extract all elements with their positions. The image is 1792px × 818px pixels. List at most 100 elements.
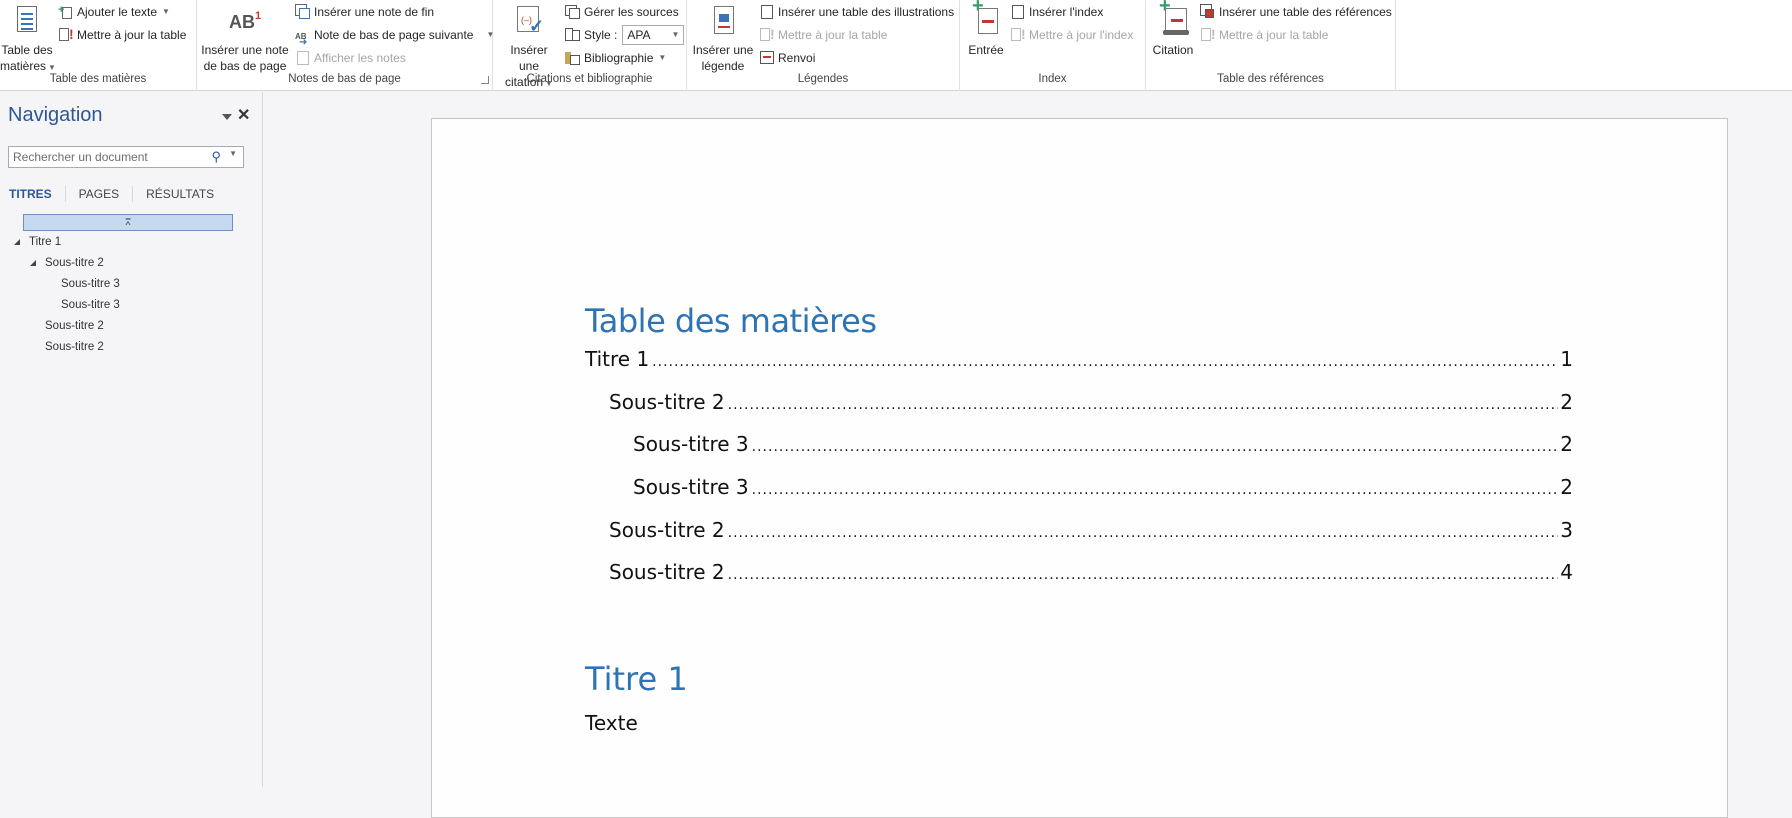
toc-leader-dots: ........................................… xyxy=(751,439,1559,455)
close-icon[interactable]: ✕ xyxy=(237,105,250,125)
update-toc-button[interactable]: ! Mettre à jour la table xyxy=(58,25,186,45)
mark-citation-icon: + xyxy=(1157,0,1189,38)
group-label: Légendes xyxy=(797,73,849,85)
search-icon[interactable]: ⚲ xyxy=(211,149,221,165)
toc-entry[interactable]: Sous-titre 3 ...........................… xyxy=(585,475,1573,501)
show-notes-button[interactable]: Afficher les notes xyxy=(295,48,406,68)
expanded-triangle-icon[interactable] xyxy=(14,239,20,245)
insert-endnote-button[interactable]: Insérer une note de fin xyxy=(295,2,434,22)
collapse-up-icon: ⩞ xyxy=(125,217,131,227)
collapse-all-bar[interactable]: ⩞ xyxy=(23,214,233,231)
navigation-title: Navigation xyxy=(8,104,103,126)
toc-page-number: 2 xyxy=(1560,390,1573,414)
toc-leader-dots: ........................................… xyxy=(727,525,1559,541)
toc-page-number: 2 xyxy=(1560,432,1573,456)
show-notes-icon xyxy=(295,50,311,66)
style-dropdown[interactable]: APA ▼ xyxy=(622,25,685,45)
insert-caption-icon xyxy=(707,4,739,38)
toc-leader-dots: ........................................… xyxy=(727,397,1559,413)
toc-entry[interactable]: Sous-titre 2 ...........................… xyxy=(585,518,1573,544)
toc-page-number: 2 xyxy=(1560,475,1573,499)
insert-footnote-button[interactable]: AB 1 Insérer une note de bas de page xyxy=(201,2,289,74)
insert-index-icon xyxy=(1010,4,1026,20)
toc-entry[interactable]: Titre 1 ................................… xyxy=(585,347,1573,373)
tree-item[interactable]: Sous-titre 2 xyxy=(45,337,104,357)
mark-entry-button[interactable]: + Entrée xyxy=(966,0,1006,58)
toc-title: Table des matières xyxy=(585,302,877,340)
cross-reference-button[interactable]: Renvoi xyxy=(759,48,815,68)
update-authorities-table-button[interactable]: ! Mettre à jour la table xyxy=(1200,25,1328,45)
table-of-contents-icon xyxy=(11,4,43,38)
tab-pages[interactable]: PAGES xyxy=(66,186,134,202)
group-captions: Insérer une légende Insérer une table de… xyxy=(687,0,960,91)
insert-index-button[interactable]: Insérer l'index xyxy=(1010,2,1103,22)
footnote-icon: AB 1 xyxy=(229,10,262,32)
manage-sources-button[interactable]: Gérer les sources xyxy=(565,2,679,22)
tree-item[interactable]: Titre 1 xyxy=(14,232,61,252)
tree-item[interactable]: Sous-titre 3 xyxy=(61,274,120,294)
update-index-button[interactable]: ! Mettre à jour l'index xyxy=(1010,25,1133,45)
insert-citation-icon: (–) ✓ xyxy=(513,4,545,38)
tab-headings[interactable]: TITRES xyxy=(9,186,66,202)
navigation-tabs: TITRES PAGES RÉSULTATS xyxy=(9,186,227,202)
bibliography-button[interactable]: Bibliographie ▼ xyxy=(565,48,666,68)
tree-item[interactable]: Sous-titre 2 xyxy=(30,253,104,273)
toc-page-number: 3 xyxy=(1560,518,1573,542)
update-figures-table-button[interactable]: ! Mettre à jour la table xyxy=(759,25,887,45)
chevron-down-icon: ▼ xyxy=(162,7,170,16)
pane-options-icon[interactable] xyxy=(222,114,232,120)
toc-entry[interactable]: Sous-titre 2 ...........................… xyxy=(585,390,1573,416)
group-index: + Entrée Insérer l'index ! Mettre à jour… xyxy=(960,0,1146,91)
toc-leader-dots: ........................................… xyxy=(727,567,1559,583)
style-icon xyxy=(565,27,581,43)
search-document-input[interactable]: Rechercher un document ⚲ ▼ xyxy=(8,146,244,168)
cross-reference-icon xyxy=(759,50,775,66)
group-table-of-contents: Table des matières ▼ + Ajouter le texte ▼ … xyxy=(0,0,197,91)
document-page[interactable]: Table des matières Titre 1 .............… xyxy=(431,118,1728,818)
table-of-authorities-icon xyxy=(1200,4,1216,20)
next-footnote-button[interactable]: AB ➜ Note de bas de page suivante ▼ xyxy=(295,25,494,48)
update-table-icon: ! xyxy=(759,26,775,43)
chevron-down-icon: ▼ xyxy=(671,30,680,39)
update-index-icon: ! xyxy=(1010,26,1026,43)
style-selector: Style : APA ▼ xyxy=(565,25,685,45)
mark-entry-icon: + xyxy=(970,0,1002,38)
group-label: Index xyxy=(1038,73,1067,85)
ribbon: Table des matières ▼ + Ajouter le texte ▼ … xyxy=(0,0,1792,91)
toc-entry[interactable]: Sous-titre 3 ...........................… xyxy=(585,432,1573,458)
group-label: Table des matières xyxy=(49,73,147,85)
toc-page-number: 1 xyxy=(1560,347,1573,371)
chevron-down-icon[interactable]: ▼ xyxy=(229,149,237,158)
navigation-pane: Navigation ✕ Rechercher un document ⚲ ▼ … xyxy=(0,92,263,787)
group-citations: (–) ✓ Insérer une citation ▼ Gérer les so… xyxy=(493,0,687,91)
toc-page-number: 4 xyxy=(1560,560,1573,584)
insert-table-of-authorities-button[interactable]: Insérer une table des références xyxy=(1200,2,1392,22)
expanded-triangle-icon[interactable] xyxy=(30,260,36,266)
bibliography-icon xyxy=(565,50,581,66)
insert-caption-button[interactable]: Insérer une légende xyxy=(691,2,755,74)
group-label: Notes de bas de page xyxy=(288,73,401,85)
tab-results[interactable]: RÉSULTATS xyxy=(133,186,227,202)
body-text[interactable]: Texte xyxy=(585,711,638,735)
insert-table-of-figures-button[interactable]: Insérer une table des illustrations xyxy=(759,2,954,22)
toc-entry[interactable]: Sous-titre 2 ...........................… xyxy=(585,560,1573,586)
group-label: Table des références xyxy=(1217,73,1324,85)
endnote-icon xyxy=(295,4,311,20)
add-text-button[interactable]: + Ajouter le texte ▼ xyxy=(58,2,170,22)
add-text-icon: + xyxy=(58,4,74,20)
mark-citation-button[interactable]: + Citation xyxy=(1150,0,1196,58)
document-area: Table des matières Titre 1 .............… xyxy=(264,92,1792,818)
group-label: Citations et bibliographie xyxy=(526,73,653,85)
heading-1[interactable]: Titre 1 xyxy=(585,660,688,698)
tree-item[interactable]: Sous-titre 2 xyxy=(45,316,104,336)
chevron-down-icon: ▼ xyxy=(48,63,56,72)
group-footnotes: AB 1 Insérer une note de bas de page Ins… xyxy=(197,0,494,91)
toc-leader-dots: ........................................… xyxy=(751,482,1559,498)
tree-item[interactable]: Sous-titre 3 xyxy=(61,295,120,315)
group-table-of-authorities: + Citation Insérer une table des référen… xyxy=(1146,0,1396,91)
table-of-figures-icon xyxy=(759,4,775,20)
toc-leader-dots: ........................................… xyxy=(652,354,1558,370)
dialog-launcher-icon[interactable] xyxy=(481,76,489,84)
table-of-contents-button[interactable]: Table des matières ▼ xyxy=(0,2,56,76)
update-table-icon: ! xyxy=(58,26,74,43)
